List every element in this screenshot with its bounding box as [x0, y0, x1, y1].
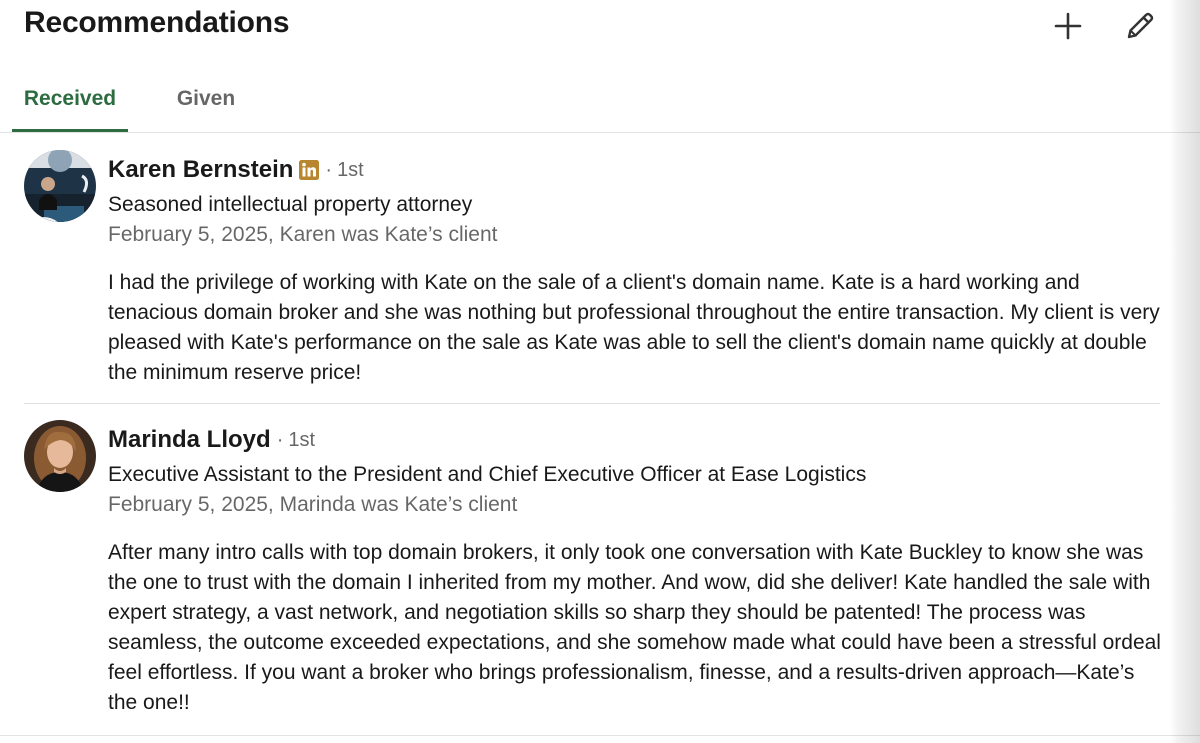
recommendation-meta: February 5, 2025, Marinda was Kate’s cli…: [108, 493, 518, 516]
section-header: Recommendations: [0, 0, 1200, 56]
tab-given-label: Given: [176, 87, 236, 110]
recommendation-text: After many intro calls with top domain b…: [108, 541, 1161, 714]
tab-given[interactable]: Given: [158, 66, 254, 132]
tab-received[interactable]: Received: [12, 66, 128, 132]
avatar[interactable]: [24, 150, 96, 222]
recommender-name[interactable]: Marinda Lloyd: [108, 426, 271, 454]
recommender-headline: Seasoned intellectual property attorney: [108, 193, 473, 216]
recommender-name[interactable]: Karen Bernstein: [108, 156, 293, 184]
pencil-icon: [1127, 12, 1154, 39]
separator-dot: ·: [325, 158, 333, 181]
recommendation-content: Marinda Lloyd · 1st Executive Assistant …: [108, 420, 1168, 718]
tabs-divider: [0, 132, 1200, 133]
connection-degree: 1st: [337, 158, 364, 181]
recommendation-text: I had the privilege of working with Kate…: [108, 271, 1160, 384]
linkedin-premium-icon: [299, 160, 320, 180]
add-recommendation-button[interactable]: [1048, 6, 1088, 46]
name-line: Karen Bernstein · 1st: [108, 150, 1168, 190]
recommendation-meta: February 5, 2025, Karen was Kate’s clien…: [108, 223, 498, 246]
edit-recommendations-button[interactable]: [1120, 6, 1160, 46]
recommendation-content: Karen Bernstein · 1st Seasoned intellect…: [108, 150, 1168, 388]
connection-degree: 1st: [288, 428, 316, 451]
window-edge-shadow: [1170, 0, 1200, 743]
tab-received-label: Received: [23, 87, 117, 110]
name-line: Marinda Lloyd · 1st: [108, 420, 1168, 460]
section-title: Recommendations: [24, 6, 290, 39]
recommendation-divider: [24, 403, 1160, 404]
recommender-headline: Executive Assistant to the President and…: [108, 463, 867, 486]
avatar[interactable]: [24, 420, 96, 492]
plus-icon: [1054, 12, 1082, 40]
separator-dot: ·: [276, 428, 284, 451]
recommendations-section: Recommendations Received Given Karen Ber…: [0, 0, 1200, 743]
section-bottom-divider: [0, 735, 1200, 736]
